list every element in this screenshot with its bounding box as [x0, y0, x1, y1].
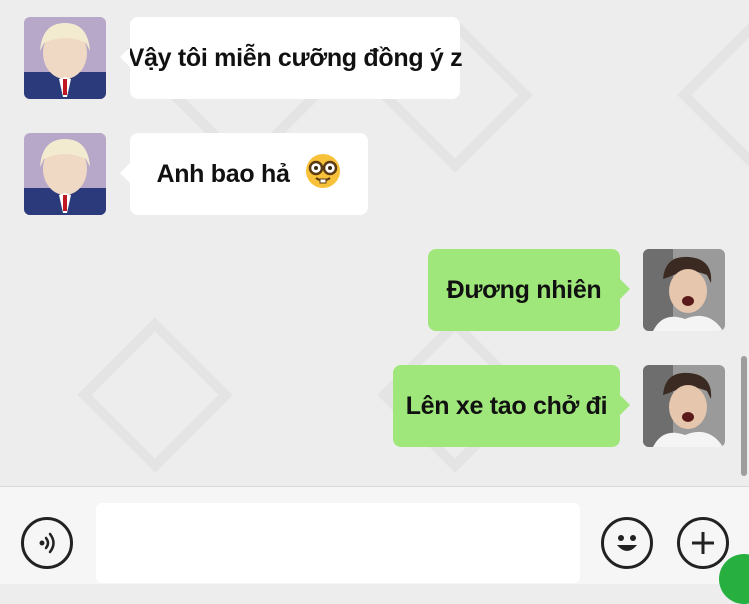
emoji-button[interactable]	[601, 517, 653, 569]
contact-avatar[interactable]	[24, 133, 106, 215]
smiley-icon	[617, 535, 637, 551]
voice-button[interactable]	[21, 517, 73, 569]
chat-area[interactable]: Vậy tôi miễn cưỡng đồng ý z Anh bao hả Đ…	[0, 0, 749, 486]
user-avatar[interactable]	[643, 365, 725, 447]
message-text: Đương nhiên	[446, 275, 602, 304]
message-bubble-outgoing[interactable]: Lên xe tao chở đi	[393, 365, 630, 447]
message-bubble-incoming[interactable]: Vậy tôi miễn cưỡng đồng ý z	[120, 17, 463, 99]
message-input[interactable]	[96, 503, 580, 583]
watermark	[77, 317, 233, 473]
message-text: Lên xe tao chở đi	[405, 391, 608, 420]
message-text: Vậy tôi miễn cưỡng đồng ý z	[127, 43, 463, 72]
message-bubble-outgoing[interactable]: Đương nhiên	[428, 249, 630, 331]
more-button[interactable]	[677, 517, 729, 569]
scrollbar[interactable]	[741, 356, 747, 476]
user-avatar[interactable]	[643, 249, 725, 331]
voice-icon	[39, 532, 55, 554]
message-bubble-incoming[interactable]: Anh bao hả	[120, 133, 368, 215]
input-bar	[0, 486, 749, 604]
message-text: Anh bao hả	[156, 159, 290, 188]
contact-avatar[interactable]	[24, 17, 106, 99]
watermark	[677, 17, 749, 173]
nerd-face-icon	[304, 152, 342, 197]
plus-icon	[692, 532, 714, 554]
floating-badge	[719, 554, 749, 604]
